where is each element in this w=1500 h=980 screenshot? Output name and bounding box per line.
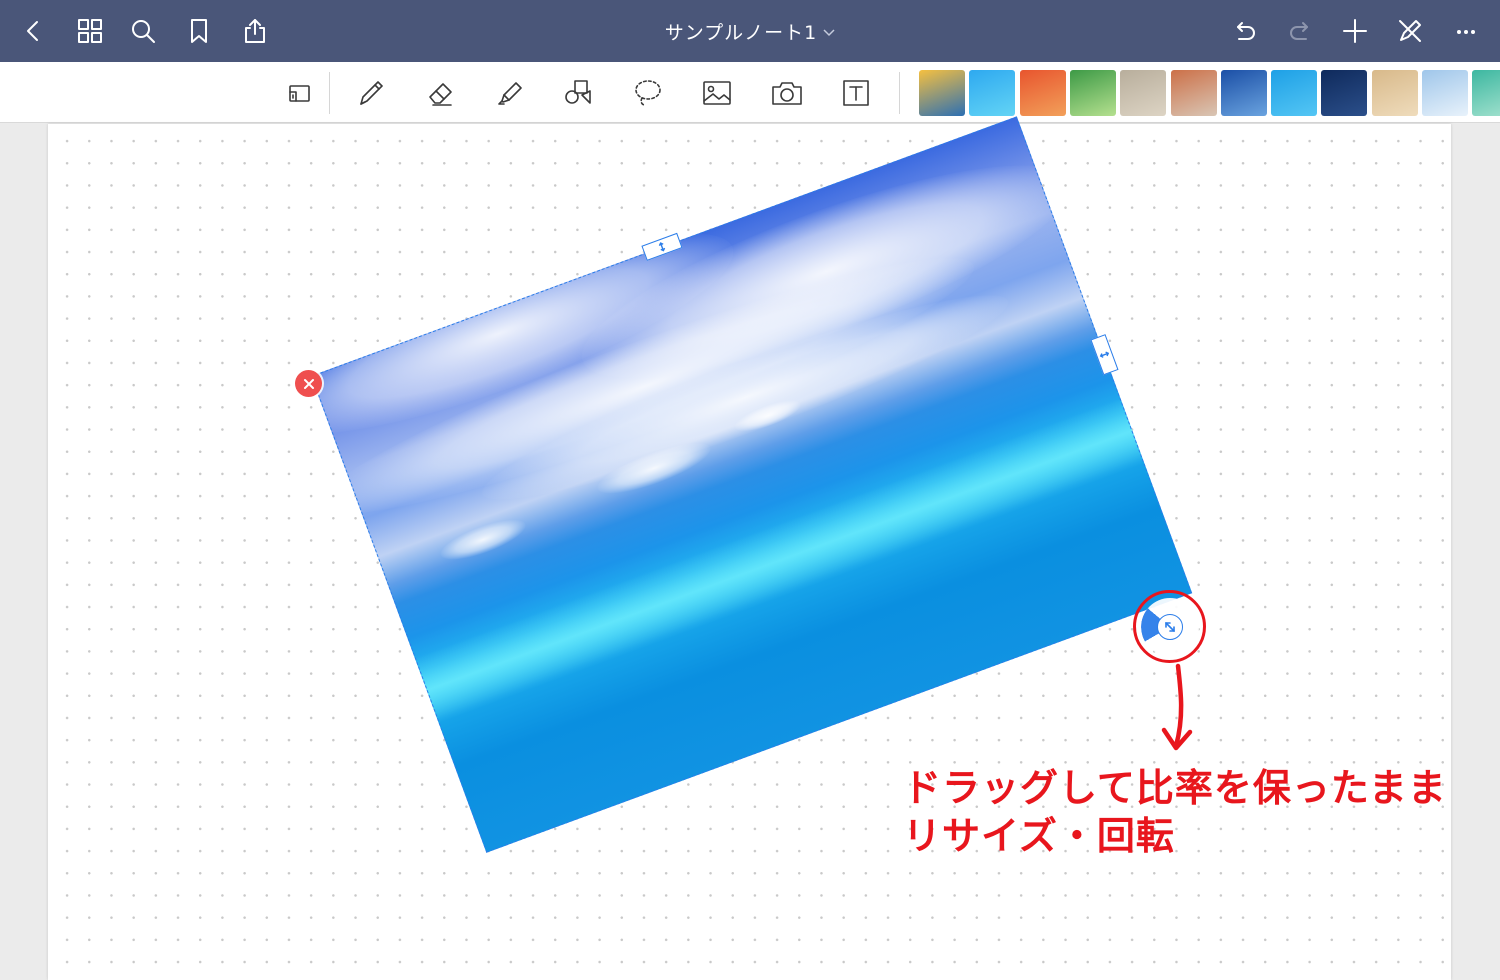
toolbar-divider xyxy=(329,72,330,114)
annotation-line-1: ドラッグして比率を保ったまま xyxy=(903,766,1447,810)
title-bar: サンプルノート1 xyxy=(0,0,1500,62)
annotation-text: ドラッグして比率を保ったまま リサイズ・回転 xyxy=(903,764,1463,860)
pen-tool-button[interactable] xyxy=(348,70,394,116)
tool-bar xyxy=(0,62,1500,123)
highlighter-tool-button[interactable] xyxy=(487,70,533,116)
chevron-down-icon xyxy=(823,20,835,42)
annotation-line-2: リサイズ・回転 xyxy=(903,814,1175,858)
eraser-tool-button[interactable] xyxy=(418,70,464,116)
sticker-red-leaves[interactable] xyxy=(1019,70,1066,116)
annotation-arrow-icon xyxy=(1161,663,1193,751)
sticker-green-water[interactable] xyxy=(1472,70,1500,116)
shapes-tool-button[interactable] xyxy=(555,70,601,116)
highlighter-icon xyxy=(498,82,522,105)
sticker-green-leaves[interactable] xyxy=(1069,70,1116,116)
shapes-icon xyxy=(565,80,591,104)
close-icon xyxy=(303,378,314,389)
redo-button[interactable] xyxy=(1279,9,1323,53)
view-mode-icon xyxy=(289,85,310,102)
view-mode-button[interactable] xyxy=(276,70,322,116)
lasso-tool-button[interactable] xyxy=(625,70,671,116)
undo-icon xyxy=(1237,22,1255,40)
sticker-autumn-branches[interactable] xyxy=(1170,70,1217,116)
eraser-icon xyxy=(429,83,452,106)
vertical-arrows-icon xyxy=(658,242,666,252)
document-title[interactable]: サンプルノート1 xyxy=(0,18,1500,45)
add-page-button[interactable] xyxy=(1333,9,1377,53)
sticker-strip xyxy=(919,70,1500,116)
more-icon xyxy=(1457,30,1475,34)
sticker-blue-lake[interactable] xyxy=(1220,70,1267,116)
sticker-night-sky[interactable] xyxy=(1321,70,1368,116)
pen-off-button[interactable] xyxy=(1388,9,1432,53)
add-icon xyxy=(1343,19,1367,43)
sticker-stone-wall[interactable] xyxy=(1120,70,1167,116)
pen-icon xyxy=(360,81,383,105)
redo-icon xyxy=(1290,22,1308,40)
text-tool-button[interactable] xyxy=(833,70,879,116)
image-icon xyxy=(703,81,731,105)
more-button[interactable] xyxy=(1444,9,1488,53)
camera-tool-button[interactable] xyxy=(764,70,810,116)
toolbar-divider xyxy=(899,72,900,114)
delete-image-button[interactable] xyxy=(295,370,322,397)
pen-off-icon xyxy=(1399,20,1421,42)
undo-button[interactable] xyxy=(1222,9,1266,53)
annotation-circle xyxy=(1133,590,1206,663)
sticker-tropical-sea[interactable] xyxy=(969,70,1016,116)
lasso-icon xyxy=(635,80,661,106)
sticker-water-surface[interactable] xyxy=(1271,70,1318,116)
sticker-sunset-sea[interactable] xyxy=(919,70,965,116)
document-title-text: サンプルノート1 xyxy=(664,22,818,44)
camera-icon xyxy=(772,82,802,105)
horizontal-arrows-icon xyxy=(1099,351,1110,358)
sticker-snow-tree[interactable] xyxy=(1422,70,1468,116)
text-tool-icon xyxy=(843,80,869,106)
image-tool-button[interactable] xyxy=(694,70,740,116)
sticker-wood-grain[interactable] xyxy=(1371,70,1418,116)
